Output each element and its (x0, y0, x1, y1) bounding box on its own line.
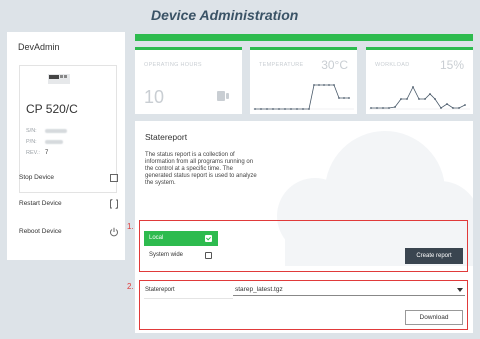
option-system-wide[interactable]: System wide (144, 250, 218, 263)
restart-device-label: Restart Device (19, 200, 62, 207)
stop-device-label: Stop Device (19, 174, 55, 181)
restart-icon[interactable] (109, 199, 119, 209)
create-report-button[interactable]: Create report (405, 248, 463, 264)
revision-value: 7 (45, 149, 49, 156)
reboot-device-action[interactable]: Reboot Device (19, 227, 119, 239)
reboot-device-label: Reboot Device (19, 228, 62, 235)
statereport-select[interactable]: starep_latest.tgz (233, 284, 465, 296)
statereport-title: Statereport (145, 132, 188, 142)
device-sidebar: DevAdmin CP 520/C S/N: P/N: REV.: 7 Stop… (7, 32, 125, 260)
temperature-sparkline (253, 84, 354, 110)
device-image-icon (48, 74, 70, 84)
page-title: Device Administration (151, 7, 299, 23)
checkbox-unchecked-icon[interactable] (205, 252, 212, 259)
stop-icon[interactable] (109, 173, 119, 183)
revision-label: REV.: (26, 150, 40, 156)
chevron-down-icon[interactable] (457, 288, 463, 292)
option-local[interactable]: Local (144, 231, 218, 246)
checkbox-checked-icon[interactable] (205, 235, 212, 242)
device-model: CP 520/C (26, 102, 78, 116)
serial-value-redacted (45, 129, 67, 133)
annotation-box-1 (139, 220, 468, 272)
part-label: P/N: (26, 139, 37, 145)
temperature-card: TEMPERATURE 30°C (250, 47, 357, 114)
restart-device-action[interactable]: Restart Device (19, 199, 119, 211)
hourglass-icon (217, 91, 229, 101)
option-local-label: Local (149, 235, 164, 241)
status-bar (135, 34, 473, 41)
statereport-select-value: starep_latest.tgz (235, 286, 283, 293)
power-icon[interactable] (109, 227, 119, 237)
revision-row: REV.: 7 (26, 150, 48, 157)
statereport-description: The status report is a collection of inf… (145, 152, 257, 186)
part-number-row: P/N: (26, 139, 63, 145)
annotation-number-1: 1. (127, 222, 134, 231)
part-value-redacted (45, 140, 63, 144)
statereport-select-label: Statereport (145, 287, 175, 293)
download-button[interactable]: Download (405, 310, 463, 325)
sidebar-title: DevAdmin (18, 42, 60, 52)
serial-label: S/N: (26, 128, 37, 134)
annotation-number-2: 2. (127, 282, 134, 291)
stop-device-action[interactable]: Stop Device (19, 173, 119, 185)
serial-number-row: S/N: (26, 128, 67, 134)
option-system-wide-label: System wide (149, 252, 184, 258)
operating-hours-card: OPERATING HOURS 10 (135, 47, 242, 114)
divider (144, 298, 233, 299)
workload-sparkline (369, 86, 470, 110)
workload-card: WORKLOAD 15% (366, 47, 473, 114)
